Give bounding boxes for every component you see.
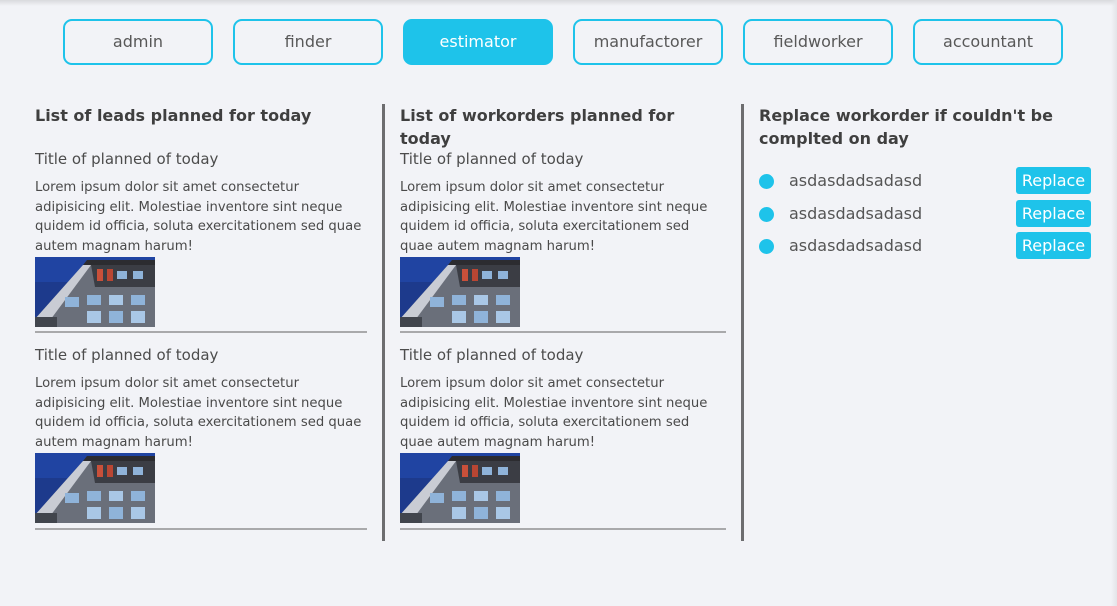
lead-card-body: Lorem ipsum dolor sit amet consectetur a…	[35, 376, 362, 450]
card-divider	[400, 331, 726, 333]
building-photo	[400, 453, 520, 523]
replace-heading: Replace workorder if couldn't be complte…	[759, 106, 1053, 148]
replace-button[interactable]: Replace	[1016, 232, 1091, 259]
card-divider	[35, 528, 367, 530]
list-item: asdasdadsadasd Replace	[759, 200, 1091, 227]
workorder-card: Title of planned of today Lorem ipsum do…	[400, 149, 726, 327]
tab-finder[interactable]: finder	[233, 19, 383, 65]
column-separator	[741, 104, 744, 541]
bullet-icon	[759, 174, 774, 189]
card-divider	[35, 331, 367, 333]
right-shadow	[1111, 0, 1117, 606]
lead-card: Title of planned of today Lorem ipsum do…	[35, 149, 367, 327]
replace-button[interactable]: Replace	[1016, 200, 1091, 227]
tab-manufactorer[interactable]: manufactorer	[573, 19, 723, 65]
building-photo	[35, 257, 155, 327]
workorders-heading: List of workorders planned for today	[400, 106, 675, 148]
workorder-name: asdasdadsadasd	[789, 236, 923, 255]
building-photo	[35, 453, 155, 523]
building-photo	[400, 257, 520, 327]
workorder-card-title: Title of planned of today	[400, 150, 584, 168]
bullet-icon	[759, 239, 774, 254]
workorder-card-body: Lorem ipsum dolor sit amet consectetur a…	[400, 180, 708, 254]
lead-card-title: Title of planned of today	[35, 150, 219, 168]
list-item: asdasdadsadasd Replace	[759, 167, 1091, 194]
workorders-column: List of workorders planned for today Tit…	[400, 104, 726, 530]
tab-accountant[interactable]: accountant	[913, 19, 1063, 65]
lead-card: Title of planned of today Lorem ipsum do…	[35, 345, 367, 523]
workorder-card-body: Lorem ipsum dolor sit amet consectetur a…	[400, 376, 708, 450]
workorder-name: asdasdadsadasd	[789, 171, 923, 190]
workorder-name: asdasdadsadasd	[789, 204, 923, 223]
leads-column: List of leads planned for today Title of…	[35, 104, 367, 530]
replace-button[interactable]: Replace	[1016, 167, 1091, 194]
workorder-card: Title of planned of today Lorem ipsum do…	[400, 345, 726, 523]
tab-admin[interactable]: admin	[63, 19, 213, 65]
tab-estimator[interactable]: estimator	[403, 19, 553, 65]
card-divider	[400, 528, 726, 530]
lead-card-body: Lorem ipsum dolor sit amet consectetur a…	[35, 180, 362, 254]
top-shadow	[0, 0, 1117, 6]
leads-heading: List of leads planned for today	[35, 106, 312, 125]
tab-fieldworker[interactable]: fieldworker	[743, 19, 893, 65]
lead-card-title: Title of planned of today	[35, 346, 219, 364]
replace-column: Replace workorder if couldn't be complte…	[759, 104, 1059, 150]
workorder-card-title: Title of planned of today	[400, 346, 584, 364]
list-item: asdasdadsadasd Replace	[759, 232, 1091, 259]
column-separator	[382, 104, 385, 541]
bullet-icon	[759, 207, 774, 222]
